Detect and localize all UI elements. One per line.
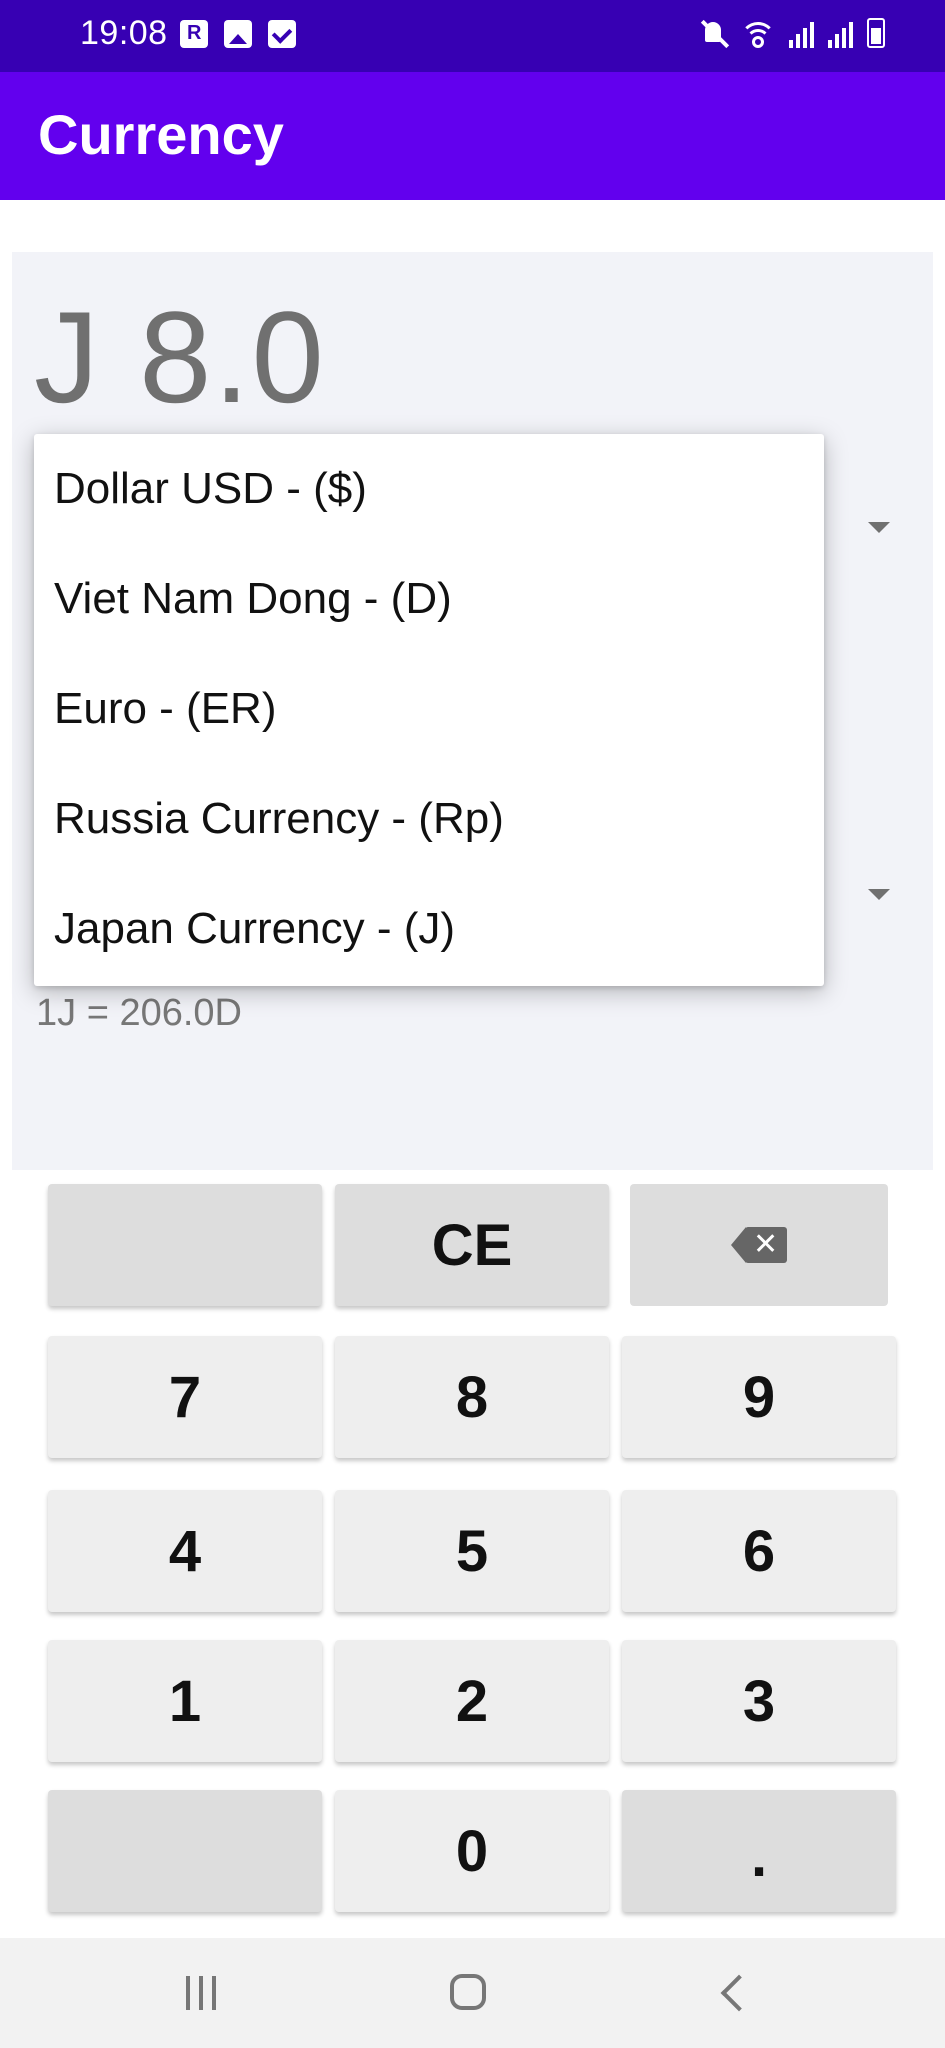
app-title: Currency (38, 103, 284, 166)
status-right-icons (701, 18, 885, 48)
dropdown-option-japan-currency[interactable]: Japan Currency - (J) (34, 874, 824, 984)
signal-icon (789, 18, 814, 48)
r-app-icon (180, 20, 208, 48)
back-icon[interactable] (720, 1974, 758, 2012)
digit-1-button[interactable]: 1 (48, 1640, 322, 1762)
home-icon[interactable] (450, 1974, 486, 2010)
backspace-icon: ✕ (731, 1227, 787, 1263)
backspace-button[interactable]: ✕ (630, 1184, 888, 1306)
status-left-icons (180, 20, 296, 48)
digit-2-button[interactable]: 2 (335, 1640, 609, 1762)
digit-4-button[interactable]: 4 (48, 1490, 322, 1612)
dropdown-option-viet-nam-dong[interactable]: Viet Nam Dong - (D) (34, 544, 824, 654)
dropdown-option-russia-currency[interactable]: Russia Currency - (Rp) (34, 764, 824, 874)
amount-display: J 8.0 (34, 284, 326, 430)
digit-9-button[interactable]: 9 (622, 1336, 896, 1458)
clear-entry-button[interactable]: CE (335, 1184, 609, 1306)
blank-key[interactable] (48, 1184, 322, 1306)
wifi-icon (741, 18, 775, 48)
blank-key[interactable] (48, 1790, 322, 1912)
from-currency-dropdown-arrow-icon[interactable] (868, 522, 890, 533)
navigation-bar (0, 1938, 945, 2048)
to-currency-dropdown-arrow-icon[interactable] (868, 889, 890, 900)
digit-0-button[interactable]: 0 (335, 1790, 609, 1912)
digit-6-button[interactable]: 6 (622, 1490, 896, 1612)
check-icon (268, 20, 296, 48)
decimal-point-button[interactable]: . (622, 1790, 896, 1912)
image-icon (224, 20, 252, 48)
battery-charging-icon (867, 18, 885, 48)
exchange-rate-text: 1J = 206.0D (36, 992, 242, 1034)
digit-3-button[interactable]: 3 (622, 1640, 896, 1762)
digit-5-button[interactable]: 5 (335, 1490, 609, 1612)
digit-7-button[interactable]: 7 (48, 1336, 322, 1458)
dropdown-option-euro[interactable]: Euro - (ER) (34, 654, 824, 764)
status-time: 19:08 (80, 14, 168, 52)
signal-icon (828, 18, 853, 48)
app-bar: Currency (0, 72, 945, 200)
mute-icon (701, 18, 727, 48)
status-bar: 19:08 (0, 0, 945, 72)
digit-8-button[interactable]: 8 (335, 1336, 609, 1458)
dropdown-option-dollar-usd[interactable]: Dollar USD - ($) (34, 434, 824, 544)
currency-dropdown-menu: Dollar USD - ($) Viet Nam Dong - (D) Eur… (34, 434, 824, 986)
recents-icon[interactable] (186, 1976, 216, 2010)
